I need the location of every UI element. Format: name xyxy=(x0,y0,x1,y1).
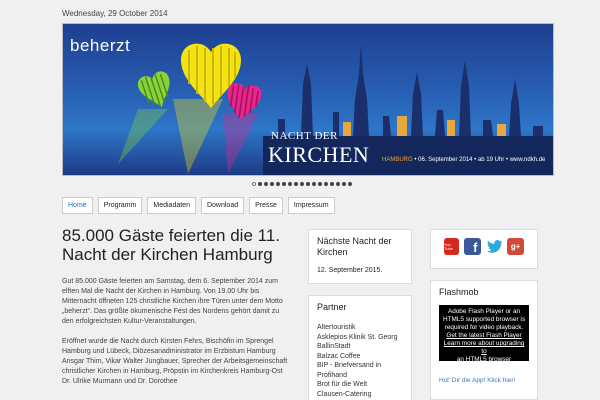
slider-dot[interactable] xyxy=(330,182,334,186)
google-plus-icon[interactable]: g+ xyxy=(507,238,525,255)
player-message: Adobe Flash Player or an xyxy=(447,308,521,315)
next-event-title: Nächste Nacht der Kirchen xyxy=(317,236,392,257)
nav-impressum[interactable]: Impressum xyxy=(287,197,335,214)
nav-presse[interactable]: Presse xyxy=(249,197,283,214)
next-event-widget: Nächste Nacht der Kirchen 12. September … xyxy=(308,229,412,284)
main-nav: Home Programm Mediadaten Download Presse… xyxy=(62,197,335,214)
banner-title-large: KIRCHEN xyxy=(268,142,370,167)
partner-link[interactable]: Balzac Coffee xyxy=(317,352,403,362)
slider-dot[interactable] xyxy=(348,182,352,186)
slider-dot[interactable] xyxy=(300,182,304,186)
twitter-icon[interactable] xyxy=(486,238,503,255)
nav-download[interactable]: Download xyxy=(200,197,245,214)
next-event-date: 12. September 2015. xyxy=(317,267,383,274)
flash-download-link[interactable]: Get the latest Flash Player xyxy=(441,332,527,340)
main-article: 85.000 Gäste feierten die 11. Nacht der … xyxy=(62,226,292,387)
banner-city: HAMBURG xyxy=(382,157,413,163)
slider-dot[interactable] xyxy=(312,182,316,186)
partner-link[interactable]: Brot für die Welt xyxy=(317,380,403,390)
slider-dot[interactable] xyxy=(270,182,274,186)
slider-dot[interactable] xyxy=(342,182,346,186)
article-paragraph: Eröffnet wurde die Nacht durch Kirsten F… xyxy=(62,338,288,385)
app-download-link[interactable]: Hol' Dir die App! Klick hier! xyxy=(439,377,529,384)
nav-home[interactable]: Home xyxy=(62,197,93,214)
slider-dot[interactable] xyxy=(294,182,298,186)
video-player[interactable]: Adobe Flash Player or an HTML5 supported… xyxy=(439,305,529,364)
youtube-label: You Tube xyxy=(444,241,453,251)
nav-mediadaten[interactable]: Mediadaten xyxy=(147,197,196,214)
slider-pagination[interactable] xyxy=(252,182,352,188)
html5-upgrade-link[interactable]: Learn more about upgrading to xyxy=(441,340,527,356)
banner-event-info: HAMBURG • 06. September 2014 • ab 19 Uhr… xyxy=(382,157,545,163)
facebook-icon[interactable] xyxy=(463,238,481,255)
current-date: Wednesday, 29 October 2014 xyxy=(62,9,168,18)
slider-dot[interactable] xyxy=(252,182,256,186)
banner-details: • 06. September 2014 • ab 19 Uhr • www.n… xyxy=(414,157,546,163)
slider-dot[interactable] xyxy=(264,182,268,186)
banner-title-small: NACHT DER xyxy=(271,130,338,142)
partner-link[interactable]: Altertouristik xyxy=(317,323,403,333)
partners-widget: Partner Altertouristik Asklepios Klinik … xyxy=(308,295,412,400)
slider-dot[interactable] xyxy=(282,182,286,186)
slider-dot[interactable] xyxy=(258,182,262,186)
html5-upgrade-link-2[interactable]: an HTML5 browser xyxy=(441,356,527,364)
slider-dot[interactable] xyxy=(288,182,292,186)
flashmob-widget: Flashmob Adobe Flash Player or an HTML5 … xyxy=(430,280,538,400)
slider-dot[interactable] xyxy=(276,182,280,186)
article-paragraph: Gut 85.000 Gäste feierten am Samstag, de… xyxy=(62,278,283,325)
article-title[interactable]: 85.000 Gäste feierten die 11. Nacht der … xyxy=(62,226,292,264)
header-banner[interactable]: beherzt NACHT DER KIRCHEN HAMBURG • 06. … xyxy=(62,23,554,176)
partner-link[interactable]: Asklepios Klinik St. Georg xyxy=(317,333,403,343)
partner-link[interactable]: Clausen-Catering xyxy=(317,390,403,400)
partners-title: Partner xyxy=(317,302,347,312)
player-message: HTML5 supported browser is xyxy=(442,316,526,323)
slider-dot[interactable] xyxy=(336,182,340,186)
heart-green-icon xyxy=(137,71,170,108)
player-message: required for video playback. xyxy=(444,324,524,331)
partners-list: Altertouristik Asklepios Klinik St. Geor… xyxy=(317,323,403,399)
slider-dot[interactable] xyxy=(324,182,328,186)
banner-brand: beherzt xyxy=(70,36,131,55)
social-widget: You Tube g+ xyxy=(430,229,538,269)
flashmob-title: Flashmob xyxy=(439,287,479,297)
youtube-icon[interactable]: You Tube xyxy=(444,238,459,255)
nav-programm[interactable]: Programm xyxy=(97,197,143,214)
slider-dot[interactable] xyxy=(318,182,322,186)
partner-link[interactable]: BIP - Briefversand in Profihand xyxy=(317,361,403,380)
partner-link[interactable]: BallinStadt xyxy=(317,342,403,352)
slider-dot[interactable] xyxy=(306,182,310,186)
